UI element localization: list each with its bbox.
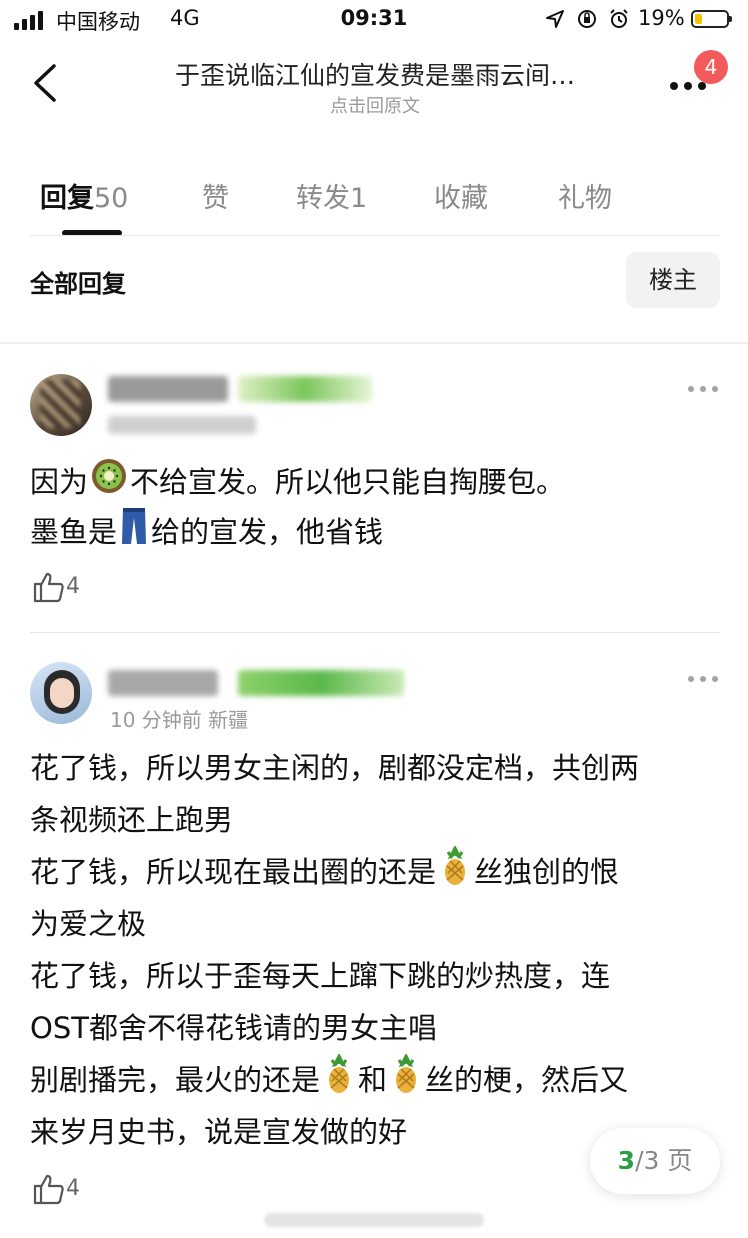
comment-meta: 10 分钟前 新疆: [110, 708, 249, 732]
home-indicator: [264, 1213, 484, 1227]
tab-label: 回复: [40, 183, 94, 214]
thumbs-up-icon: [33, 1174, 64, 1205]
username-redacted[interactable]: [108, 670, 218, 696]
comment-line: 花了钱，所以于歪每天上蹿下跳的炒热度，连: [30, 959, 611, 993]
tab-label: 收藏: [434, 183, 488, 214]
tab-favorites[interactable]: 收藏: [434, 176, 488, 215]
comment-line: OST都舍不得花钱请的男女主唱: [30, 1011, 437, 1045]
like-button[interactable]: [32, 570, 66, 604]
all-replies-label: 全部回复: [30, 270, 126, 298]
username-redacted[interactable]: [108, 376, 228, 402]
comment-item: 因为 不给宣发。所以他只能自掏腰包。 墨鱼是 给的宣发，他省钱 4: [0, 346, 748, 632]
kiwi-emoji: [90, 457, 128, 511]
clock: 09:31: [340, 6, 408, 30]
back-button[interactable]: [28, 58, 68, 108]
total-pages: /3 页: [635, 1146, 693, 1175]
status-bar: 中国移动 4G 09:31 19%: [0, 0, 748, 40]
owner-only-button[interactable]: 楼主: [626, 252, 720, 308]
tab-replies[interactable]: 回复50: [40, 176, 128, 215]
tab-divider: [30, 235, 720, 236]
tab-label: 转发: [296, 183, 350, 214]
tab-label: 赞: [202, 183, 229, 214]
comment-line: 为爱之极: [30, 907, 147, 941]
battery-icon: [691, 10, 732, 28]
tab-gifts[interactable]: 礼物: [558, 176, 612, 215]
chevron-left-icon: [34, 64, 56, 102]
pineapple-emoji: [322, 1052, 356, 1110]
battery-percent: 19%: [638, 6, 685, 30]
comment-line: 条视频还上跑男: [30, 803, 234, 837]
avatar[interactable]: [30, 662, 92, 724]
thumbs-up-icon: [33, 572, 64, 603]
comment-line: 别剧播完，最火的还是和丝的梗，然后又: [30, 1052, 628, 1110]
tab-count: 50: [94, 183, 129, 214]
avatar[interactable]: [30, 374, 92, 436]
rotation-lock-icon: [578, 9, 597, 28]
fan-badge-redacted[interactable]: [238, 670, 404, 696]
comment-line: 花了钱，所以现在最出圈的还是 丝独创的恨: [30, 844, 619, 902]
section-divider: [0, 342, 748, 344]
location-icon: [546, 9, 564, 28]
like-count: 4: [66, 574, 80, 599]
comment-more-icon[interactable]: [688, 382, 722, 396]
alarm-icon: [610, 8, 628, 28]
tab-count: 1: [350, 183, 368, 214]
notification-badge: 4: [694, 50, 728, 84]
comment-item: 10 分钟前 新疆 花了钱，所以男女主闲的，剧都没定档，共创两 条视频还上跑男 …: [0, 634, 748, 1214]
tab-likes[interactable]: 赞: [202, 176, 229, 215]
post-title[interactable]: 于歪说临江仙的宣发费是墨雨云间…: [110, 56, 640, 92]
fan-badge-redacted[interactable]: [238, 376, 372, 402]
page-indicator[interactable]: 3/3 页: [590, 1128, 720, 1194]
back-to-original-link[interactable]: 点击回原文: [110, 92, 640, 118]
comment-more-icon[interactable]: [688, 672, 722, 686]
tab-reposts[interactable]: 转发1: [296, 176, 367, 215]
status-icons: [544, 7, 630, 30]
comment-meta-redacted: [108, 416, 256, 434]
pineapple-emoji: [389, 1052, 423, 1110]
comment-line: 来岁月史书，说是宣发做的好: [30, 1115, 408, 1149]
comment-line: 因为 不给宣发。所以他只能自掏腰包。: [30, 456, 565, 511]
jeans-emoji: [119, 506, 149, 562]
pineapple-emoji: [438, 844, 472, 902]
tab-label: 礼物: [558, 183, 612, 214]
comment-line: 花了钱，所以男女主闲的，剧都没定档，共创两: [30, 751, 640, 785]
comment-divider: [30, 632, 720, 633]
comment-line: 墨鱼是 给的宣发，他省钱: [30, 506, 383, 562]
like-button[interactable]: [32, 1172, 66, 1206]
current-page: 3: [617, 1146, 636, 1175]
like-count: 4: [66, 1176, 80, 1201]
